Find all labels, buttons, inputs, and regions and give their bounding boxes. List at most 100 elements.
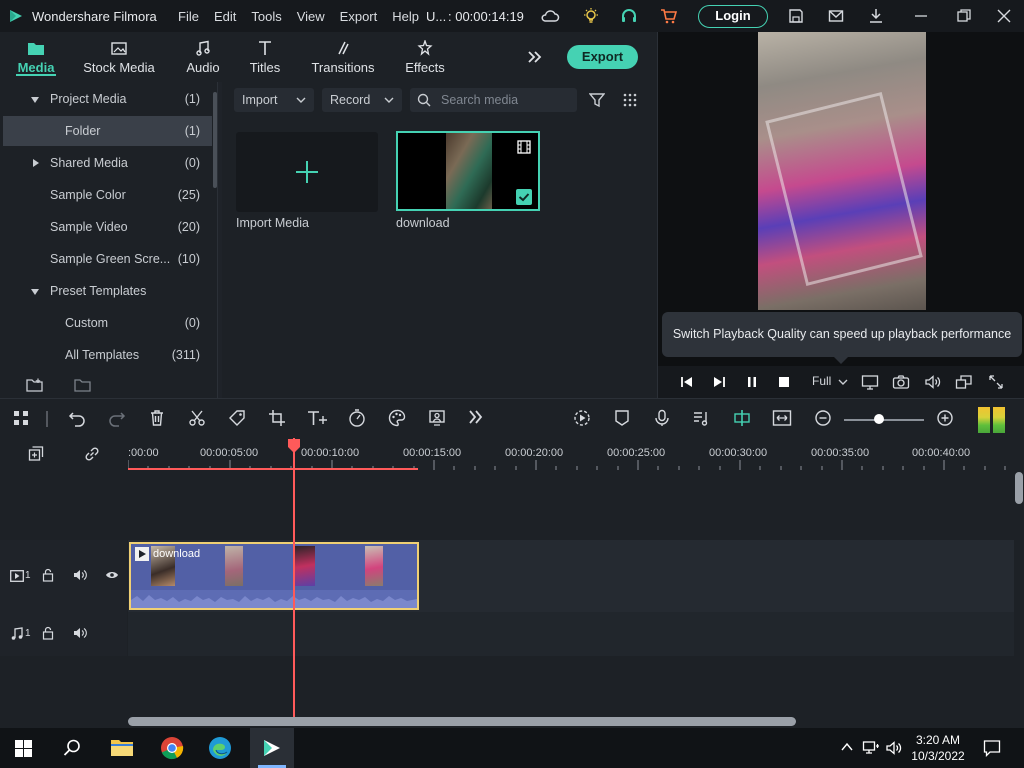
- playhead-handle-icon[interactable]: [287, 438, 301, 454]
- sidebar-item-folder[interactable]: Folder (1): [3, 116, 212, 146]
- tab-audio[interactable]: Audio: [182, 32, 224, 82]
- import-media-tile[interactable]: [236, 132, 378, 212]
- sidebar-item-sample-green-screen[interactable]: Sample Green Scre... (10): [0, 244, 212, 274]
- record-dropdown[interactable]: Record: [322, 88, 402, 112]
- zoom-in-icon[interactable]: [936, 409, 954, 427]
- color-icon[interactable]: [388, 409, 406, 427]
- microphone-icon[interactable]: [653, 409, 671, 427]
- media-clip-download[interactable]: [396, 131, 540, 211]
- collapse-arrow-icon[interactable]: [33, 159, 39, 167]
- link-icon[interactable]: [83, 446, 101, 462]
- snap-icon[interactable]: [732, 409, 752, 427]
- crop-preview-icon[interactable]: [955, 374, 973, 390]
- timeline-video-clip[interactable]: download: [129, 542, 419, 610]
- lock-icon[interactable]: [42, 568, 54, 582]
- cut-icon[interactable]: [188, 409, 206, 427]
- speed-icon[interactable]: [348, 409, 366, 427]
- new-folder-icon[interactable]: [26, 378, 44, 392]
- tab-effects[interactable]: Effects: [402, 32, 448, 82]
- expand-arrow-icon[interactable]: [31, 97, 39, 103]
- export-button[interactable]: Export: [567, 45, 638, 69]
- chevron-down-icon[interactable]: [838, 377, 848, 387]
- tag-icon[interactable]: [228, 409, 246, 427]
- cloud-icon[interactable]: [540, 8, 560, 24]
- zoom-slider[interactable]: [844, 419, 924, 421]
- tab-media[interactable]: Media: [14, 32, 58, 82]
- download-icon[interactable]: [868, 7, 884, 25]
- volume-icon[interactable]: [885, 740, 903, 756]
- audio-meter[interactable]: [977, 407, 1007, 433]
- login-button[interactable]: Login: [698, 5, 768, 28]
- sidebar-item-custom[interactable]: Custom (0): [0, 308, 212, 338]
- lightbulb-icon[interactable]: [582, 7, 600, 25]
- delete-icon[interactable]: [148, 409, 166, 427]
- marker-icon[interactable]: [613, 409, 631, 427]
- stop-icon[interactable]: [777, 375, 791, 389]
- zoom-out-icon[interactable]: [814, 409, 832, 427]
- timeline-horizontal-scrollbar[interactable]: [128, 717, 796, 726]
- redo-icon[interactable]: [108, 409, 126, 427]
- timeline-vertical-scrollbar[interactable]: [1015, 472, 1023, 504]
- grid-view-icon[interactable]: [622, 92, 638, 108]
- windows-start-icon[interactable]: [15, 740, 32, 757]
- menu-view[interactable]: View: [297, 9, 325, 24]
- green-screen-icon[interactable]: [428, 409, 446, 427]
- menu-tools[interactable]: Tools: [251, 9, 281, 24]
- render-preview-icon[interactable]: [573, 409, 591, 427]
- pause-icon[interactable]: [745, 375, 759, 389]
- headset-icon[interactable]: [620, 7, 638, 25]
- fit-timeline-icon[interactable]: [772, 409, 792, 427]
- more-tools-icon[interactable]: [468, 409, 484, 425]
- quality-dropdown[interactable]: Full: [812, 374, 831, 388]
- previous-frame-icon[interactable]: [680, 375, 694, 389]
- search-icon[interactable]: [63, 739, 81, 757]
- sidebar-item-shared-media[interactable]: Shared Media (0): [0, 148, 212, 178]
- sidebar-item-all-templates[interactable]: All Templates (311): [0, 340, 212, 370]
- speaker-icon[interactable]: [73, 627, 87, 639]
- crop-icon[interactable]: [268, 409, 286, 427]
- cart-icon[interactable]: [660, 7, 678, 25]
- speaker-icon[interactable]: [73, 569, 87, 581]
- notifications-icon[interactable]: [983, 739, 1001, 757]
- text-add-icon[interactable]: [306, 409, 328, 427]
- lock-icon[interactable]: [42, 626, 54, 640]
- menu-edit[interactable]: Edit: [214, 9, 236, 24]
- restore-icon[interactable]: [956, 8, 972, 24]
- timeline-ruler[interactable]: :00:00 00:00:05:00 00:00:10:00 00:00:15:…: [0, 440, 1024, 470]
- sidebar-item-sample-video[interactable]: Sample Video (20): [0, 212, 212, 242]
- fullscreen-icon[interactable]: [988, 374, 1004, 390]
- zoom-slider-handle[interactable]: [874, 414, 884, 424]
- close-icon[interactable]: [996, 8, 1012, 24]
- chevron-up-icon[interactable]: [841, 742, 853, 752]
- playhead[interactable]: [293, 438, 295, 717]
- volume-icon[interactable]: [924, 374, 942, 390]
- menu-help[interactable]: Help: [392, 9, 419, 24]
- sidebar-scrollbar[interactable]: [213, 92, 217, 188]
- network-icon[interactable]: [862, 740, 880, 756]
- folder-icon[interactable]: [74, 378, 92, 392]
- expand-arrow-icon[interactable]: [31, 289, 39, 295]
- menu-export[interactable]: Export: [340, 9, 378, 24]
- tab-stock-media[interactable]: Stock Media: [82, 32, 156, 82]
- tab-titles[interactable]: Titles: [246, 32, 284, 82]
- more-tabs-icon[interactable]: [527, 50, 543, 64]
- filmora-taskbar-button[interactable]: [250, 728, 294, 768]
- search-input[interactable]: Search media: [410, 88, 577, 112]
- audio-mixer-icon[interactable]: [692, 409, 710, 427]
- eye-icon[interactable]: [105, 570, 119, 580]
- snapshot-icon[interactable]: [892, 374, 910, 390]
- taskbar-clock[interactable]: 3:20 AM 10/3/2022: [905, 732, 971, 764]
- filter-icon[interactable]: [589, 92, 605, 108]
- play-next-frame-icon[interactable]: [712, 375, 726, 389]
- audio-track-lane[interactable]: [128, 612, 1014, 656]
- add-track-icon[interactable]: [28, 446, 44, 462]
- layout-icon[interactable]: [12, 409, 30, 427]
- tab-transitions[interactable]: Transitions: [310, 32, 376, 82]
- mail-icon[interactable]: [828, 8, 844, 24]
- sidebar-item-project-media[interactable]: Project Media (1): [0, 84, 212, 114]
- chrome-icon[interactable]: [160, 736, 184, 760]
- edge-icon[interactable]: [208, 736, 232, 760]
- file-explorer-icon[interactable]: [110, 737, 134, 757]
- minimize-icon[interactable]: [914, 8, 928, 24]
- sidebar-item-sample-color[interactable]: Sample Color (25): [0, 180, 212, 210]
